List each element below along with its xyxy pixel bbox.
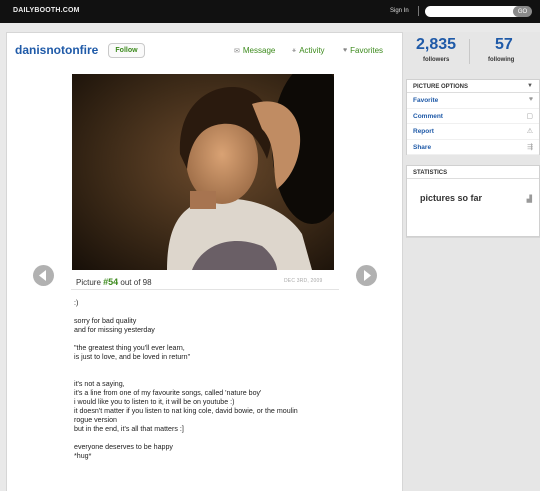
description-line xyxy=(74,371,354,380)
arrow-right-icon xyxy=(364,270,371,281)
description-line: is just to love, and be loved in return" xyxy=(74,353,191,361)
following-count[interactable]: 57 xyxy=(495,36,513,54)
option-label: Share xyxy=(413,143,432,151)
option-favorite[interactable]: Favorite ♥ xyxy=(407,93,539,109)
comment-icon: ▢ xyxy=(526,112,533,120)
statistics-title: STATISTICS xyxy=(413,170,448,176)
report-icon: ⚠ xyxy=(526,128,533,135)
activity-icon: ⚹ xyxy=(292,46,297,54)
picture-description: :) sorry for bad quality and for missing… xyxy=(74,299,354,461)
picture-caption: Picture #54 out of 98 xyxy=(76,277,152,287)
prev-picture-button[interactable] xyxy=(33,265,54,286)
picture-date: DEC 3RD, 2009 xyxy=(284,278,323,284)
activity-link[interactable]: ⚹ Activity xyxy=(292,46,325,55)
description-line: everyone deserves to be happy xyxy=(74,443,173,451)
site-logo[interactable]: DAILYBOOTH.COM xyxy=(13,7,80,14)
pictures-so-far-label: pictures so far xyxy=(420,193,483,203)
sidebar-divider xyxy=(406,237,540,238)
share-icon: ⇶ xyxy=(527,143,533,151)
caption-divider xyxy=(71,289,339,290)
description-line xyxy=(74,362,354,371)
followers-label[interactable]: followers xyxy=(423,57,449,63)
description-line: sorry for bad quality xyxy=(74,317,137,325)
message-label: Message xyxy=(242,46,276,55)
option-label: Comment xyxy=(413,112,443,120)
description-line: rogue version xyxy=(74,416,117,424)
top-bar: DAILYBOOTH.COM Sign In GO xyxy=(0,0,540,23)
next-picture-button[interactable] xyxy=(356,265,377,286)
description-line xyxy=(74,434,354,443)
description-line: it's not a saying, xyxy=(74,380,125,388)
heart-icon: ♥ xyxy=(528,96,533,103)
picture-number[interactable]: #54 xyxy=(103,277,118,287)
heart-icon: ♥ xyxy=(343,47,348,54)
description-line: it doesn't matter if you listen to nat k… xyxy=(74,407,298,415)
arrow-left-icon xyxy=(39,270,46,281)
sign-in-link[interactable]: Sign In xyxy=(390,8,409,14)
description-line: :) xyxy=(74,299,79,307)
description-line: it's a line from one of my favourite son… xyxy=(74,389,262,397)
description-line: and for missing yesterday xyxy=(74,326,155,334)
caption-prefix: Picture xyxy=(76,278,101,287)
favorites-label: Favorites xyxy=(350,46,384,55)
search-input[interactable] xyxy=(425,6,523,17)
top-bar-divider xyxy=(418,6,419,16)
statistics-header: STATISTICS xyxy=(407,166,539,179)
description-line xyxy=(74,308,354,317)
main-content: danisnotonfire Follow ✉ Message ⚹ Activi… xyxy=(6,32,403,491)
followers-count[interactable]: 2,835 xyxy=(416,36,456,54)
picture-options-header[interactable]: PICTURE OPTIONS ▼ xyxy=(407,80,539,93)
follow-button[interactable]: Follow xyxy=(108,43,145,58)
chart-icon[interactable]: ▟ xyxy=(527,195,532,203)
picture-options-panel: PICTURE OPTIONS ▼ Favorite ♥ Comment ▢ R… xyxy=(406,79,540,155)
activity-label: Activity xyxy=(299,46,325,55)
option-report[interactable]: Report ⚠ xyxy=(407,124,539,140)
message-link[interactable]: ✉ Message xyxy=(234,46,275,55)
go-button[interactable]: GO xyxy=(513,6,532,17)
sidebar: 2,835 followers 57 following PICTURE OPT… xyxy=(403,32,540,491)
description-line: "the greatest thing you'll ever learn, xyxy=(74,344,185,352)
chevron-down-icon: ▼ xyxy=(527,83,533,89)
booth-photo[interactable] xyxy=(72,74,334,270)
envelope-icon: ✉ xyxy=(234,47,240,55)
option-label: Favorite xyxy=(413,97,439,104)
description-line xyxy=(74,335,354,344)
statistics-panel: STATISTICS pictures so far ▟ xyxy=(406,165,540,237)
caption-suffix: out of 98 xyxy=(120,278,152,287)
option-comment[interactable]: Comment ▢ xyxy=(407,109,539,124)
favorites-link[interactable]: ♥ Favorites xyxy=(343,46,383,55)
option-share[interactable]: Share ⇶ xyxy=(407,140,539,155)
following-label[interactable]: following xyxy=(488,57,514,63)
option-label: Report xyxy=(413,128,434,135)
description-line: but in the end, it's all that matters :] xyxy=(74,425,184,433)
description-line: i would like you to listen to it, it wil… xyxy=(74,398,235,406)
profile-username[interactable]: danisnotonfire xyxy=(15,43,98,57)
picture-options-title: PICTURE OPTIONS xyxy=(413,84,469,90)
description-line: *hug* xyxy=(74,452,92,460)
stats-divider xyxy=(469,39,470,64)
